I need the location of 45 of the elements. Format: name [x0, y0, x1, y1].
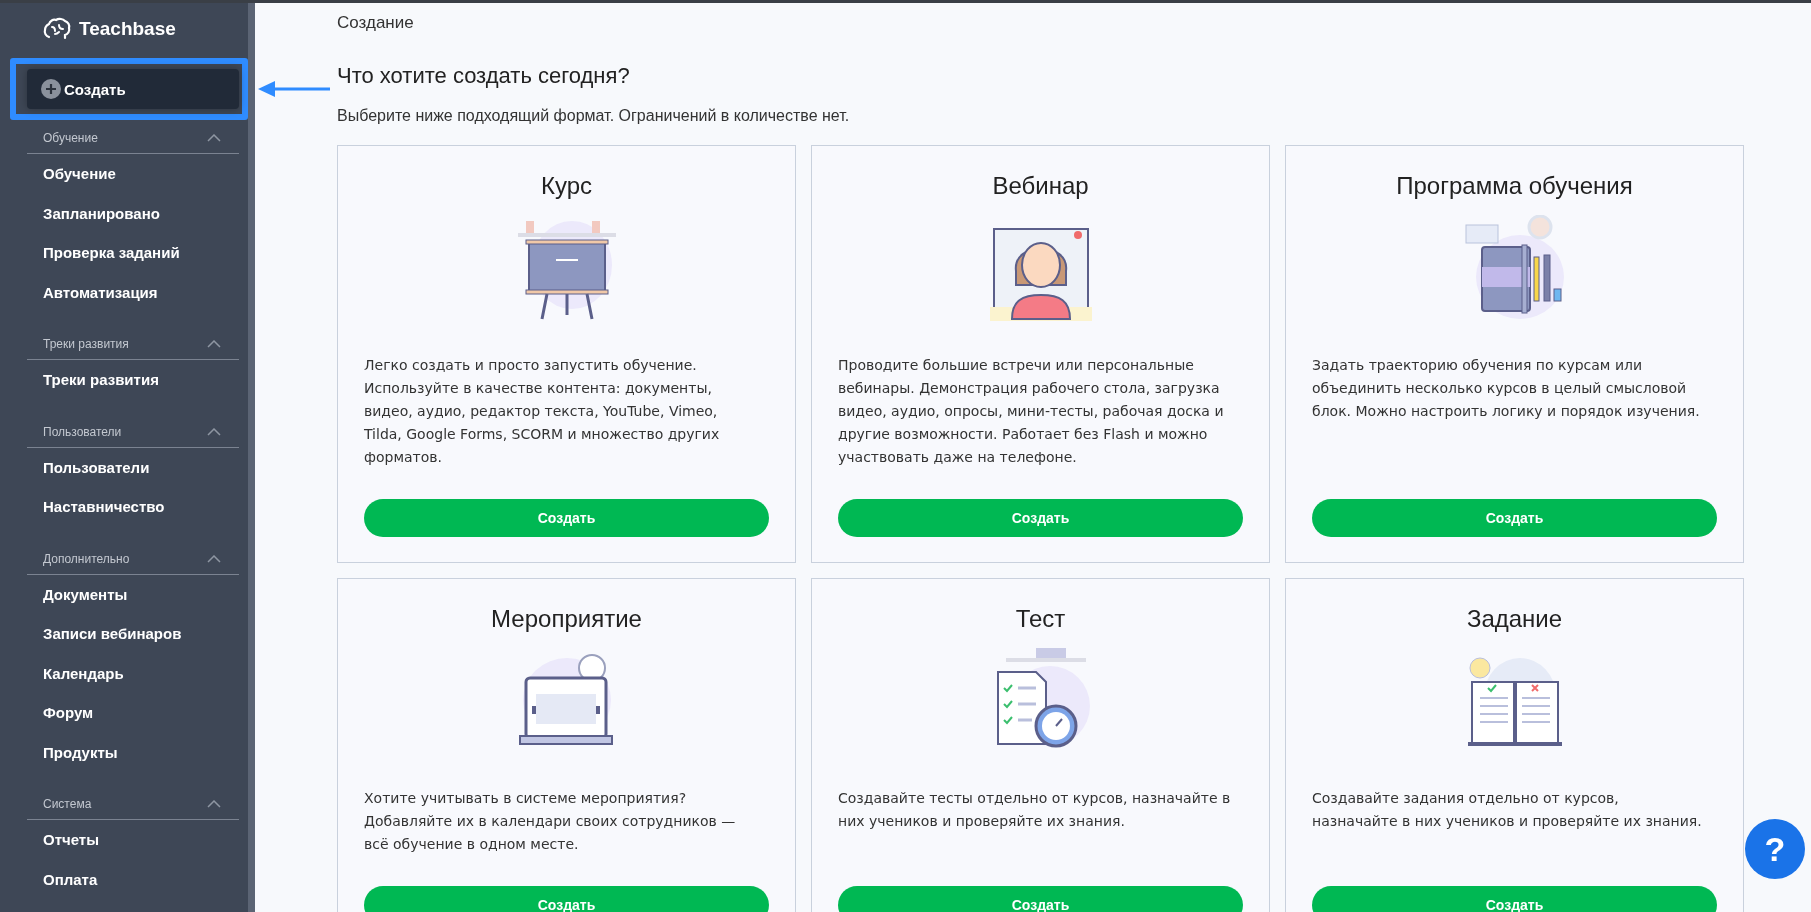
section-title: Система — [43, 797, 92, 811]
section-title: Обучение — [43, 131, 98, 145]
create-button[interactable]: Создать — [27, 69, 239, 109]
card-title: Курс — [540, 172, 593, 200]
nav-item[interactable]: Проверка заданий — [27, 233, 248, 273]
nav-item[interactable]: Документы — [27, 574, 248, 614]
card-title: Вебинар — [992, 172, 1089, 200]
card-title: Задание — [1466, 605, 1563, 633]
nav-item[interactable]: Отчеты — [27, 820, 248, 860]
brain-logo-icon — [43, 17, 71, 41]
pointer-arrow — [258, 81, 330, 97]
card-description: Создавайте тесты отдельно от курсов, назначайте в них учеников и проверяйте их знания. — [838, 789, 1232, 831]
chevron-icon[interactable] — [207, 134, 221, 142]
nav-item[interactable]: Автоматизация — [27, 272, 248, 312]
section-title: Дополнительно — [43, 551, 130, 566]
breadcrumb: Создание — [337, 13, 415, 33]
nav-item[interactable]: Запланировано — [27, 193, 248, 233]
card-description: Задать траекторию обучения по курсам или объединить несколько курсов в целый смысловой блок. Можно настроить логику и порядок изучения. — [1312, 356, 1701, 421]
chevron-icon[interactable] — [207, 340, 221, 348]
card-description: Хотите учитывать в системе мероприятия? Добавляйте их в календари своих сотрудников — всё обучение в одном месте. — [364, 789, 737, 854]
nav-item[interactable]: Форум — [27, 693, 248, 733]
card-title: Мероприятие — [491, 605, 642, 633]
page-heading: Что хотите создать сегодня? — [337, 63, 631, 89]
nav-item[interactable]: Записи вебинаров — [27, 614, 248, 654]
chevron-icon[interactable] — [207, 554, 221, 563]
chevron-icon[interactable] — [207, 800, 221, 808]
chevron-icon[interactable] — [207, 427, 221, 436]
page-subtitle: Выберите ниже подходящий формат. Ограничений в количестве нет. — [337, 107, 851, 125]
help-button[interactable]: ? — [1745, 819, 1805, 879]
nav-item[interactable]: Продукты — [27, 732, 248, 772]
section-title: Треки развития — [43, 337, 129, 351]
nav-item[interactable]: Наставничество — [27, 487, 248, 527]
logo-text: Teachbase — [79, 18, 176, 40]
card-title: Тест — [1015, 605, 1066, 633]
plus-icon — [41, 79, 61, 99]
section-title: Пользователи — [43, 424, 122, 439]
nav-item[interactable]: Календарь — [27, 653, 248, 693]
card-description: Проводите большие встречи или персональные вебинары. Демонстрация рабочего стола, загрузка видео, аудио, опросы, мини-тесты, рабочая доска и другие возможности. Работает без Flash и можно участвовать даже на телефоне. — [838, 356, 1225, 467]
card-description: Создавайте задания отдельно от курсов, назначайте в них учеников и проверяйте их знания. — [1312, 789, 1703, 831]
nav-item[interactable]: Треки развития — [27, 360, 248, 400]
card-description: Легко создать и просто запустить обучение. Используйте в качестве контента: документы, видео, аудио, редактор текста, YouTube, Vimeo, Tilda, Google Forms, SCORM и множество других форматов. — [364, 356, 721, 467]
nav-item[interactable]: Пользователи — [27, 447, 248, 487]
card-title: Программа обучения — [1396, 172, 1633, 200]
nav-item[interactable]: Обучение — [27, 154, 248, 194]
nav-item[interactable]: Оплата — [27, 859, 248, 899]
